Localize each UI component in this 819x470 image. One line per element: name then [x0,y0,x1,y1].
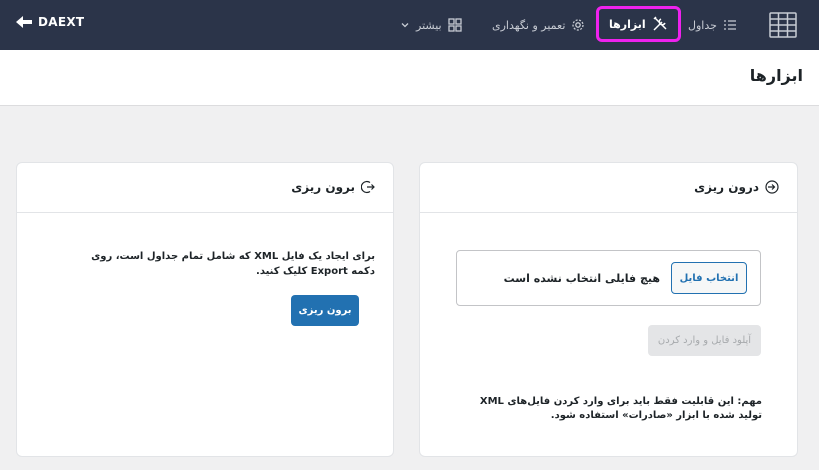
no-file-text: هیچ فایلی انتخاب نشده است [503,272,660,285]
brand-logo[interactable]: DAEXT [16,15,84,29]
nav-tables-label: جداول [688,18,717,32]
table-grid-icon[interactable] [769,12,797,38]
tools-icon [653,16,667,31]
nav-more[interactable]: بیشتر [400,10,462,40]
import-card-header: درون ریزی [420,163,797,213]
import-card-title: درون ریزی [694,180,759,194]
nav-maintenance[interactable]: تعمیر و نگهداری [492,10,585,40]
export-card-title: برون ریزی [291,180,355,194]
export-card: برون ریزی برای ایجاد یک فایل XML که شامل… [16,162,394,457]
nav-more-label: بیشتر [416,18,442,32]
page-header: ابزارها [0,50,819,106]
export-card-header: برون ریزی [17,163,393,213]
file-input[interactable]: انتخاب فایل هیچ فایلی انتخاب نشده است [456,250,761,306]
top-bar: DAEXT بیشتر تعمیر و نگهداری ابزارها جداو… [0,0,819,50]
grid-icon [447,18,462,32]
daext-logo-icon [16,16,32,28]
import-note: مهم: این قابلیت فقط باید برای وارد کردن … [479,396,762,421]
nav-tables[interactable]: جداول [688,10,737,40]
nav-tools-label: ابزارها [609,17,646,31]
import-card: درون ریزی انتخاب فایل هیچ فایلی انتخاب ن… [419,162,798,457]
export-button[interactable]: برون ریزی [291,295,359,326]
export-icon [361,180,375,194]
list-icon [723,20,736,30]
brand-name: DAEXT [38,15,85,29]
import-icon [765,180,779,194]
export-description: برای ایجاد یک فایل XML که شامل تمام جداو… [91,251,375,277]
nav-maintenance-label: تعمیر و نگهداری [492,18,566,32]
choose-file-button[interactable]: انتخاب فایل [671,262,747,294]
upload-import-button[interactable]: آپلود فایل و وارد کردن [648,325,761,356]
page-title: ابزارها [749,66,803,85]
gear-icon [572,19,585,31]
nav-tools[interactable]: ابزارها [596,6,681,42]
chevron-down-icon [401,23,409,28]
